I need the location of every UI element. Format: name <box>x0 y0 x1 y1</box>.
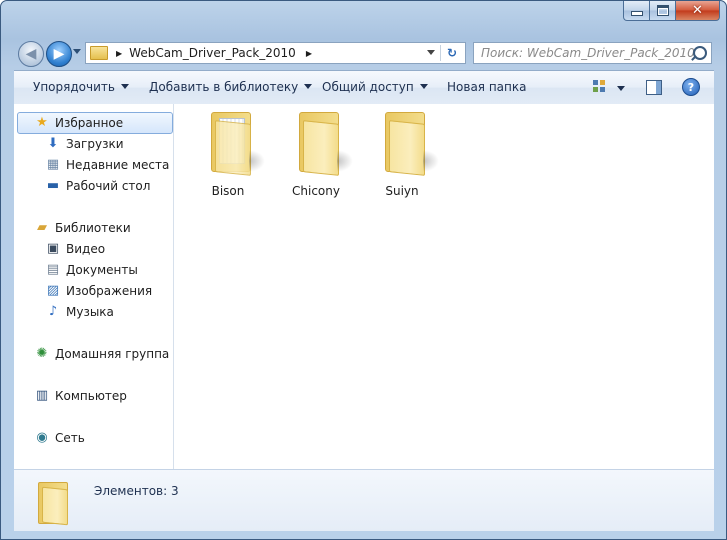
add-to-library-label: Добавить в библиотеку <box>149 80 299 94</box>
item-count: Элементов: 3 <box>94 484 179 498</box>
sidebar-item-label: Видео <box>66 241 106 256</box>
sidebar-item-music[interactable]: ♪ Музыка <box>14 301 173 322</box>
folder-icon <box>295 112 353 176</box>
explorer-window: ✕ ◀ ▶ ▶ WebCam_Driver_Pack_2010 ▶ ↻ Поис… <box>0 0 727 540</box>
folder-icon <box>207 112 265 176</box>
chevron-down-icon <box>304 84 313 89</box>
recent-pages-dropdown[interactable] <box>73 49 81 54</box>
homegroup-icon: ✺ <box>36 346 48 361</box>
folder-name: Bison <box>211 184 245 198</box>
sidebar-item-homegroup[interactable]: ✺ Домашняя группа <box>14 343 173 364</box>
sidebar-item-label: Домашняя группа <box>55 346 170 361</box>
navigation-pane: ★ Избранное ⬇ Загрузки ▦ Недавние места … <box>14 104 174 469</box>
sidebar-item-favorites[interactable]: ★ Избранное <box>14 112 173 134</box>
back-button[interactable]: ◀ <box>18 41 44 67</box>
search-placeholder: Поиск: WebCam_Driver_Pack_2010 <box>481 46 695 60</box>
recent-places-icon: ▦ <box>46 157 60 172</box>
close-button[interactable]: ✕ <box>676 1 720 21</box>
search-icon[interactable] <box>693 46 707 60</box>
forward-arrow-icon: ▶ <box>53 46 65 62</box>
maximize-button[interactable] <box>650 1 676 21</box>
sidebar-item-documents[interactable]: ▤ Документы <box>14 259 173 280</box>
folder-icon <box>36 480 70 526</box>
music-icon: ♪ <box>48 304 58 319</box>
sidebar-item-label: Изображения <box>66 283 153 298</box>
search-input[interactable]: Поиск: WebCam_Driver_Pack_2010 <box>473 42 712 64</box>
sidebar-item-pictures[interactable]: ▨ Изображения <box>14 280 173 301</box>
help-icon[interactable]: ? <box>682 78 700 96</box>
sidebar-item-computer[interactable]: ▥ Компьютер <box>14 385 173 406</box>
download-icon: ⬇ <box>47 136 59 151</box>
sidebar-item-label: Рабочий стол <box>66 178 151 193</box>
sidebar-item-video[interactable]: ▣ Видео <box>14 238 173 259</box>
pictures-icon: ▨ <box>46 283 60 298</box>
sidebar-item-label: Загрузки <box>66 136 124 151</box>
preview-pane-icon[interactable] <box>646 80 662 95</box>
new-folder-label: Новая папка <box>447 80 527 94</box>
library-icon: ▰ <box>37 220 47 235</box>
sidebar-item-network[interactable]: ◉ Сеть <box>14 427 173 448</box>
sidebar-item-label: Недавние места <box>66 157 170 172</box>
share-button[interactable]: Общий доступ <box>322 80 428 94</box>
desktop-icon: ▬ <box>46 178 60 193</box>
chevron-down-icon <box>419 84 428 89</box>
share-label: Общий доступ <box>322 80 414 94</box>
command-bar: Упорядочить Добавить в библиотеку Общий … <box>14 70 714 105</box>
folder-item[interactable]: Chicony <box>275 108 357 203</box>
sidebar-item-downloads[interactable]: ⬇ Загрузки <box>14 133 173 154</box>
address-history-dropdown[interactable] <box>427 50 435 55</box>
caption-buttons: ✕ <box>623 1 720 21</box>
chevron-down-icon <box>120 84 129 89</box>
sidebar-item-label: Избранное <box>55 115 124 130</box>
folder-item[interactable]: Suiyn <box>361 108 443 203</box>
details-pane: Элементов: 3 <box>14 469 714 531</box>
computer-icon: ▥ <box>35 388 49 403</box>
sidebar-item-label: Библиотеки <box>55 220 131 235</box>
minimize-button[interactable] <box>623 1 650 21</box>
folder-item[interactable]: Bison <box>187 108 269 203</box>
sidebar-item-recent[interactable]: ▦ Недавние места <box>14 154 173 175</box>
video-icon: ▣ <box>46 241 60 256</box>
new-folder-button[interactable]: Новая папка <box>447 80 526 94</box>
documents-icon: ▤ <box>46 262 60 277</box>
sidebar-item-label: Музыка <box>66 304 114 319</box>
folder-name: Suiyn <box>385 184 419 198</box>
folder-icon <box>90 46 108 60</box>
file-list[interactable]: Bison Chicony Suiyn <box>174 104 714 469</box>
breadcrumb-separator-icon[interactable]: ▶ <box>116 49 122 58</box>
breadcrumb-current[interactable]: WebCam_Driver_Pack_2010 <box>129 46 296 60</box>
breadcrumb-chevron-icon[interactable]: ▶ <box>306 49 312 58</box>
folder-icon <box>381 112 439 176</box>
refresh-button[interactable]: ↻ <box>443 44 461 62</box>
organize-button[interactable]: Упорядочить <box>33 80 129 94</box>
address-divider <box>440 45 441 61</box>
sidebar-item-label: Сеть <box>55 430 85 445</box>
view-options-dropdown[interactable] <box>617 86 625 91</box>
sidebar-item-label: Документы <box>66 262 138 277</box>
help-glyph: ? <box>687 80 695 94</box>
folder-name: Chicony <box>292 184 340 198</box>
back-arrow-icon: ◀ <box>25 46 37 62</box>
change-view-icon[interactable] <box>593 80 606 93</box>
sidebar-item-label: Компьютер <box>55 388 127 403</box>
maximize-icon <box>656 5 669 16</box>
sidebar-item-libraries[interactable]: ▰ Библиотеки <box>14 217 173 238</box>
star-icon: ★ <box>36 115 48 130</box>
add-to-library-button[interactable]: Добавить в библиотеку <box>149 80 313 94</box>
close-icon: ✕ <box>692 3 703 18</box>
sidebar-item-desktop[interactable]: ▬ Рабочий стол <box>14 175 173 196</box>
organize-label: Упорядочить <box>33 80 115 94</box>
minimize-icon <box>630 11 643 16</box>
forward-button[interactable]: ▶ <box>46 41 72 67</box>
address-bar[interactable]: ▶ WebCam_Driver_Pack_2010 ▶ ↻ <box>85 42 466 64</box>
network-icon: ◉ <box>36 430 48 445</box>
refresh-icon: ↻ <box>446 46 458 60</box>
